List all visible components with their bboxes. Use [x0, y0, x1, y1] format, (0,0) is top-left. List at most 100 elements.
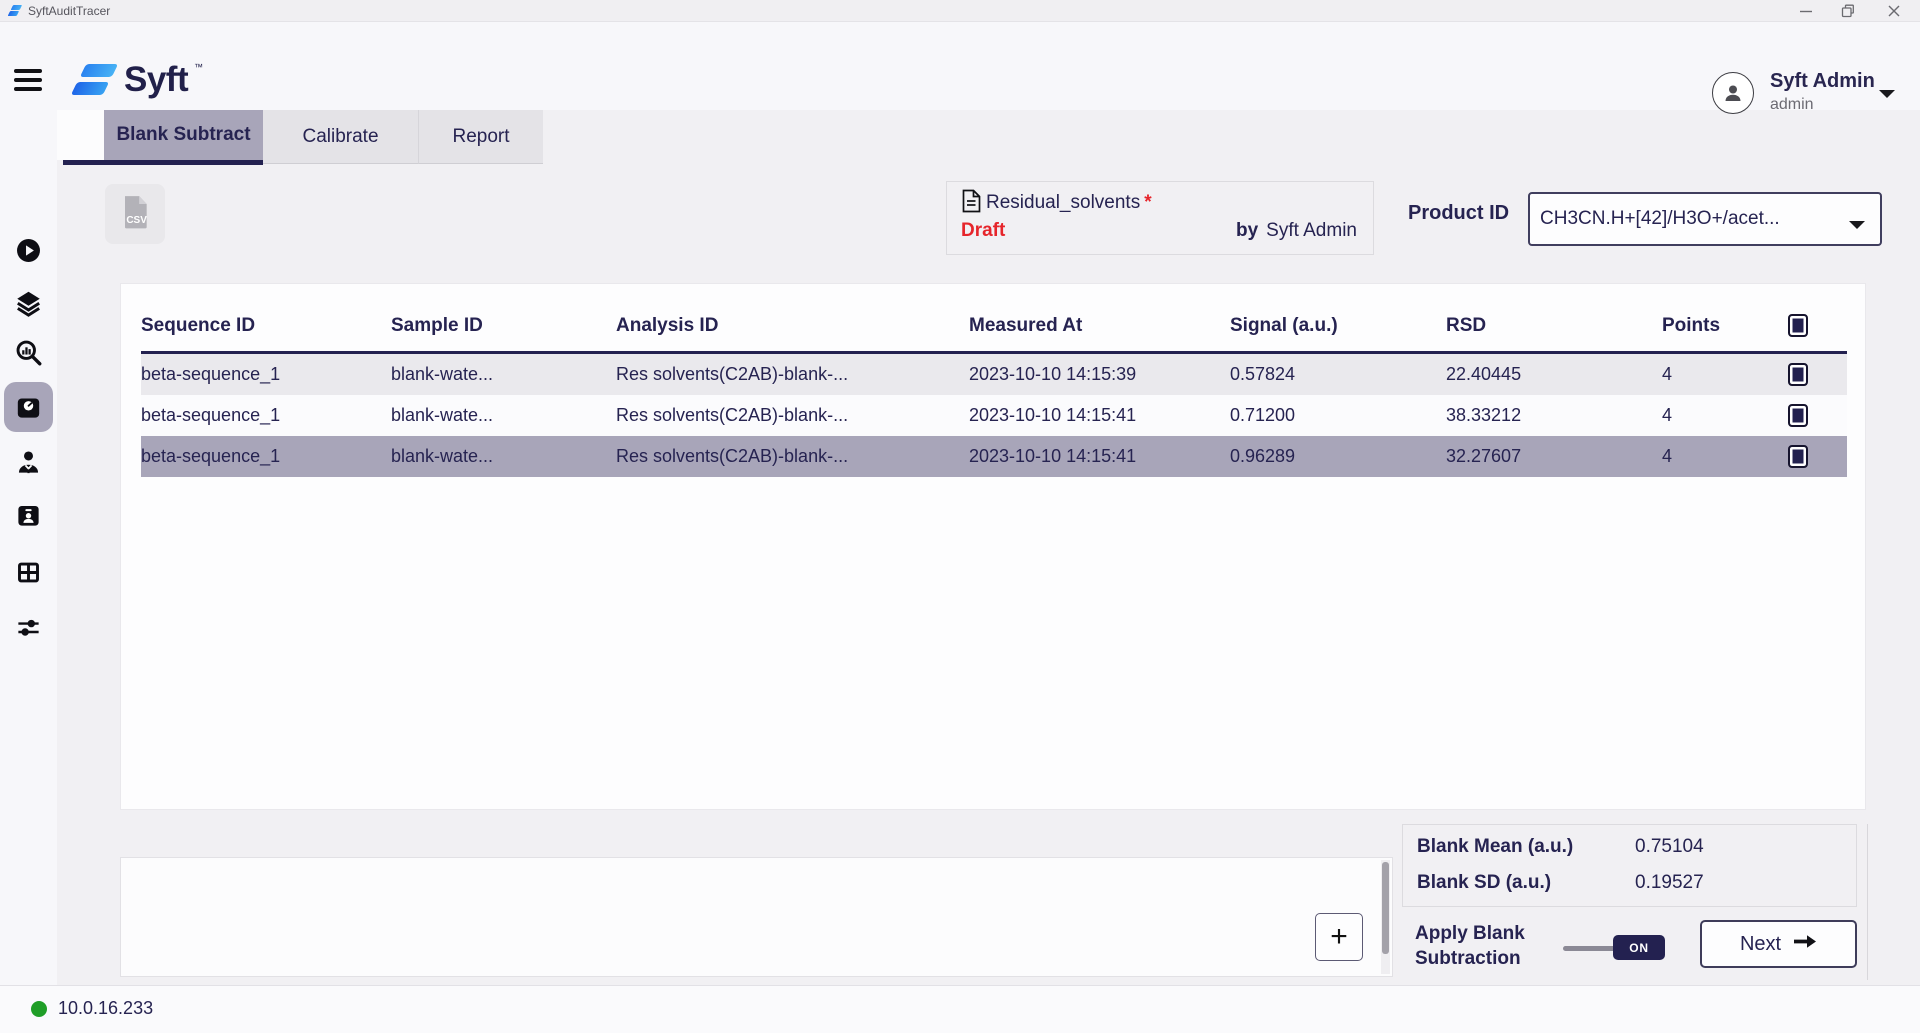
- blank-stats-box: Blank Mean (a.u.) 0.75104 Blank SD (a.u.…: [1402, 824, 1857, 907]
- panel-divider: [1867, 824, 1868, 980]
- sliders-icon: [15, 614, 42, 641]
- titlebar: SyftAuditTracer: [0, 0, 1920, 22]
- sidebar-item-operators[interactable]: [4, 437, 53, 487]
- document-author: bySyft Admin: [1236, 220, 1357, 242]
- document-status: Draft: [961, 220, 1005, 242]
- tab-blank-subtract[interactable]: Blank Subtract: [104, 110, 263, 160]
- cell-points: 4: [1662, 446, 1788, 467]
- blank-measurements-card: Sequence ID Sample ID Analysis ID Measur…: [120, 283, 1866, 810]
- row-checkbox[interactable]: [1788, 363, 1808, 386]
- notes-scrollbar[interactable]: [1381, 860, 1390, 974]
- chevron-down-icon[interactable]: [1878, 86, 1896, 104]
- select-all-checkbox[interactable]: [1788, 314, 1808, 337]
- syft-logo: Syft ™: [70, 60, 200, 104]
- table-row[interactable]: beta-sequence_1 blank-wate... Res solven…: [141, 395, 1847, 436]
- sidebar-item-batches[interactable]: [4, 278, 53, 328]
- sidebar-item-contacts[interactable]: [4, 490, 53, 540]
- notes-panel[interactable]: +: [120, 857, 1393, 977]
- cell-measured-at: 2023-10-10 14:15:41: [969, 446, 1230, 467]
- apply-label-line1: Apply Blank: [1415, 921, 1525, 946]
- active-tab-underline: [63, 160, 263, 165]
- tab-bar: Blank Subtract Calibrate Report: [57, 110, 1920, 165]
- apply-blank-subtraction-toggle[interactable]: ON: [1563, 935, 1665, 961]
- connection-status-icon: [31, 1001, 47, 1017]
- cell-sample-id: blank-wate...: [391, 446, 616, 467]
- col-sequence-id: Sequence ID: [141, 315, 391, 337]
- product-id-label: Product ID: [1408, 202, 1509, 225]
- blank-mean-value: 0.75104: [1635, 836, 1704, 858]
- add-note-button[interactable]: +: [1315, 913, 1363, 961]
- app-window: SyftAuditTracer Syft ™ Syft Admin admin: [0, 0, 1920, 1033]
- sidebar-item-settings[interactable]: [4, 602, 53, 652]
- cell-sequence-id: beta-sequence_1: [141, 446, 391, 467]
- menu-hamburger-icon[interactable]: [14, 68, 42, 92]
- instrument-ip: 10.0.16.233: [58, 998, 153, 1019]
- minimize-button[interactable]: [1789, 0, 1823, 22]
- close-button[interactable]: [1877, 0, 1911, 22]
- cell-signal: 0.96289: [1230, 446, 1446, 467]
- syft-logo-text: Syft: [124, 60, 188, 100]
- window-title: SyftAuditTracer: [28, 4, 110, 18]
- apply-blank-subtraction-label: Apply Blank Subtraction: [1415, 921, 1525, 971]
- cell-rsd: 38.33212: [1446, 405, 1662, 426]
- sidebar-item-analysis-search[interactable]: [4, 327, 53, 377]
- col-sample-id: Sample ID: [391, 315, 616, 337]
- toggle-state[interactable]: ON: [1613, 935, 1665, 960]
- col-signal: Signal (a.u.): [1230, 315, 1446, 337]
- restore-button[interactable]: [1831, 0, 1865, 22]
- cell-analysis-id: Res solvents(C2AB)-blank-...: [616, 405, 969, 426]
- next-button[interactable]: Next: [1700, 920, 1857, 968]
- user-tie-icon: [15, 449, 42, 476]
- cell-points: 4: [1662, 364, 1788, 385]
- sidebar-item-run[interactable]: [4, 225, 53, 275]
- table-row[interactable]: beta-sequence_1 blank-wate... Res solven…: [141, 354, 1847, 395]
- unsaved-marker: *: [1144, 192, 1151, 214]
- table-row-selected[interactable]: beta-sequence_1 blank-wate... Res solven…: [141, 436, 1847, 477]
- cell-measured-at: 2023-10-10 14:15:39: [969, 364, 1230, 385]
- cell-sample-id: blank-wate...: [391, 405, 616, 426]
- product-id-select[interactable]: CH3CN.H+[42]/H3O+/acet...: [1528, 192, 1882, 246]
- row-checkbox[interactable]: [1788, 445, 1808, 468]
- apply-label-line2: Subtraction: [1415, 946, 1525, 971]
- sidebar-item-data-tables[interactable]: [4, 547, 53, 597]
- avatar: [1712, 72, 1754, 114]
- cell-sample-id: blank-wate...: [391, 364, 616, 385]
- sidebar: [0, 110, 57, 985]
- blank-mean-label: Blank Mean (a.u.): [1417, 836, 1573, 858]
- export-csv-button[interactable]: CSV: [105, 184, 165, 244]
- tab-report[interactable]: Report: [418, 110, 543, 164]
- blank-measurements-table: Sequence ID Sample ID Analysis ID Measur…: [141, 300, 1847, 477]
- cell-rsd: 22.40445: [1446, 364, 1662, 385]
- author-name: Syft Admin: [1266, 220, 1357, 241]
- search-chart-icon: [15, 339, 42, 366]
- tab-calibrate[interactable]: Calibrate: [263, 110, 418, 164]
- contact-card-icon: [15, 502, 42, 529]
- arrow-right-icon: [1793, 933, 1817, 955]
- row-checkbox[interactable]: [1788, 404, 1808, 427]
- sidebar-item-blank-subtract[interactable]: [4, 382, 53, 432]
- product-id-value: CH3CN.H+[42]/H3O+/acet...: [1540, 208, 1780, 230]
- header: Syft ™ Syft Admin admin: [0, 22, 1920, 110]
- cell-analysis-id: Res solvents(C2AB)-blank-...: [616, 364, 969, 385]
- scale-icon: [15, 394, 42, 421]
- col-rsd: RSD: [1446, 315, 1662, 337]
- col-points: Points: [1662, 315, 1788, 337]
- tab-bar-corner: [57, 110, 104, 160]
- syft-logo-icon: [70, 62, 120, 100]
- status-bar: 10.0.16.233: [0, 985, 1920, 1033]
- cell-points: 4: [1662, 405, 1788, 426]
- document-name: Residual_solvents: [986, 192, 1140, 214]
- csv-file-icon: CSV: [115, 192, 155, 237]
- layers-icon: [15, 290, 42, 317]
- blank-sd-label: Blank SD (a.u.): [1417, 872, 1551, 894]
- cell-rsd: 32.27607: [1446, 446, 1662, 467]
- cell-sequence-id: beta-sequence_1: [141, 405, 391, 426]
- next-button-label: Next: [1740, 933, 1781, 956]
- cell-signal: 0.71200: [1230, 405, 1446, 426]
- col-measured-at: Measured At: [969, 315, 1230, 337]
- scrollbar-thumb[interactable]: [1382, 862, 1389, 954]
- col-analysis-id: Analysis ID: [616, 315, 969, 337]
- cell-analysis-id: Res solvents(C2AB)-blank-...: [616, 446, 969, 467]
- trademark-symbol: ™: [194, 62, 203, 72]
- cell-sequence-id: beta-sequence_1: [141, 364, 391, 385]
